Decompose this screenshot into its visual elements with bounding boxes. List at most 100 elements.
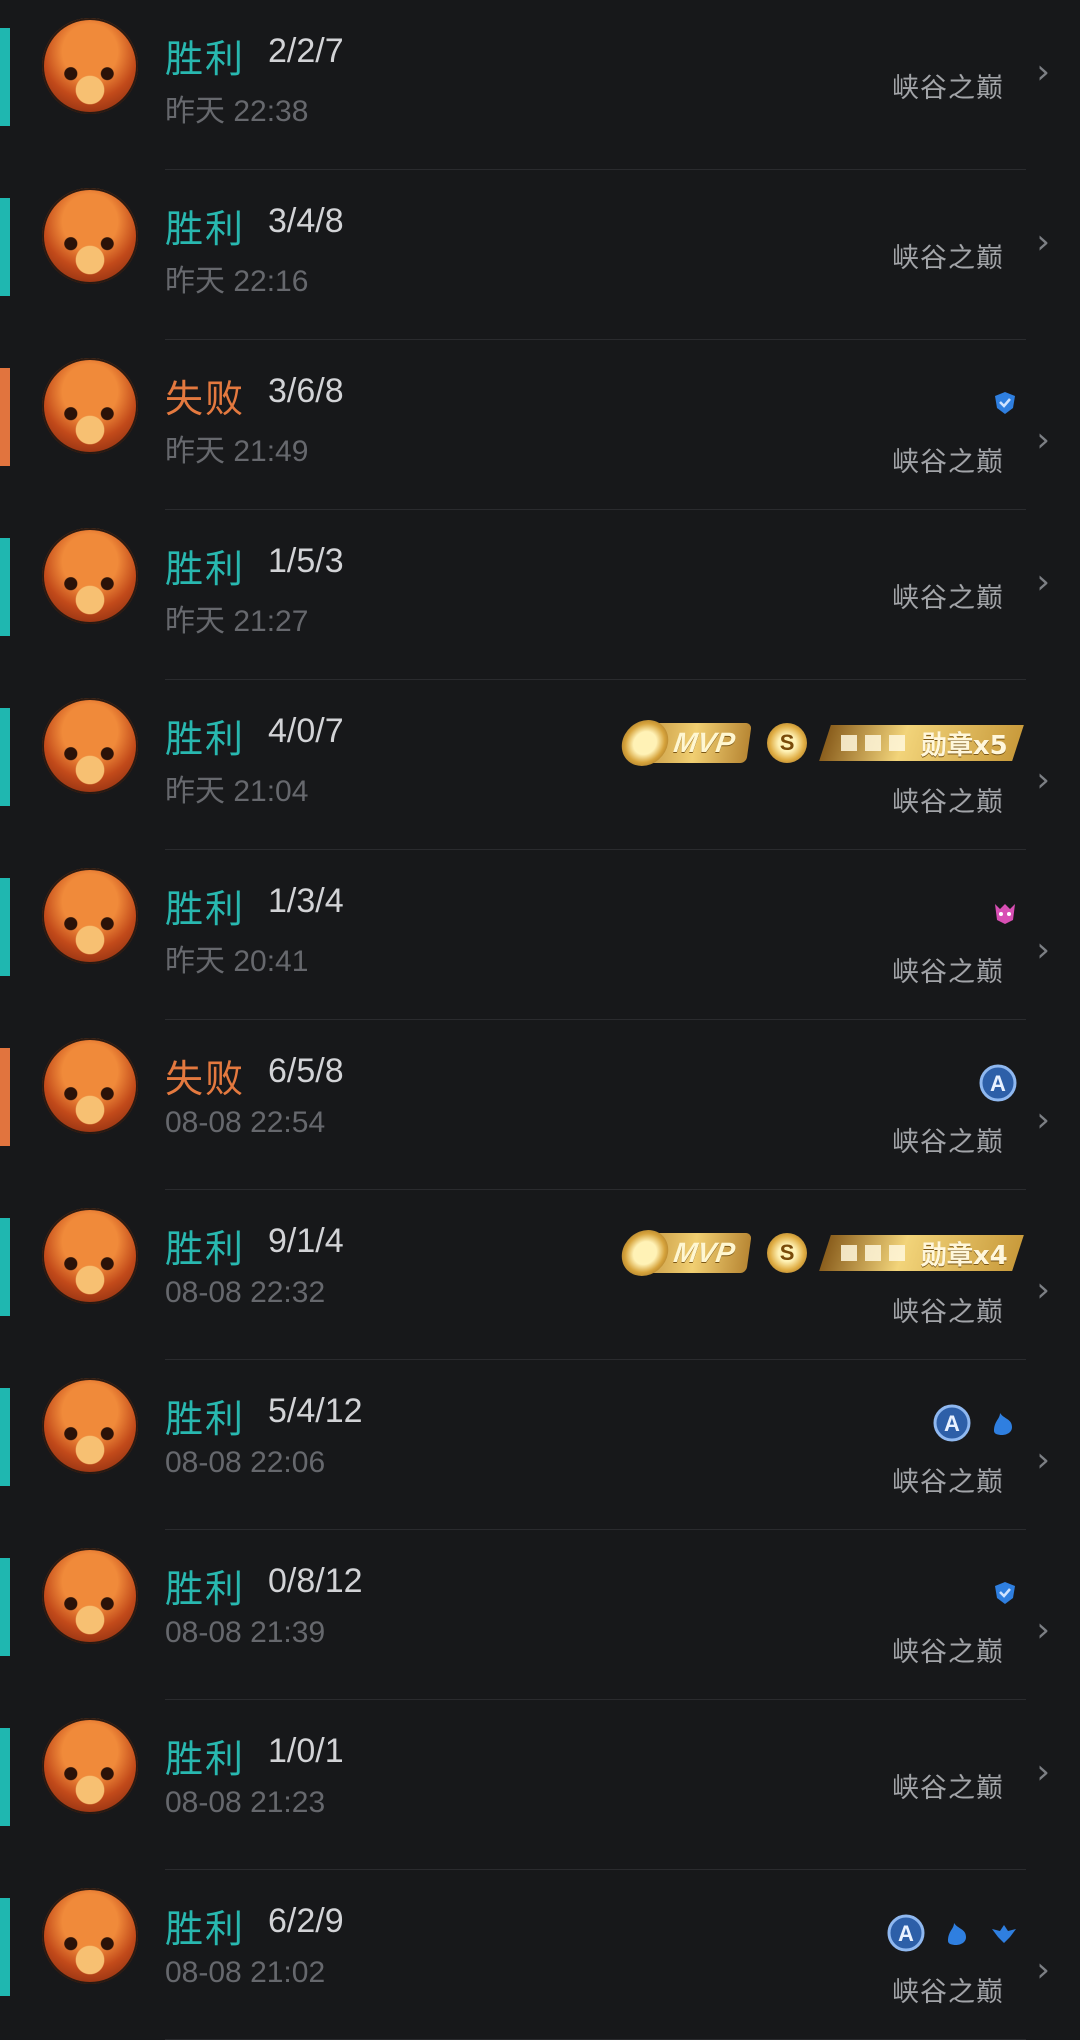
- achievement-badges: [992, 1570, 1018, 1616]
- match-result: 失败: [165, 377, 246, 421]
- a-circle-icon: A: [979, 1064, 1017, 1102]
- mvp-badge: MVP: [619, 1230, 752, 1276]
- match-result: 胜利: [165, 207, 246, 251]
- match-row[interactable]: 胜利 5/4/12 08-08 22:06 峡谷之巅 › A: [0, 1360, 1080, 1530]
- match-result: 胜利: [165, 1227, 246, 1271]
- game-mode-label: 峡谷之巅: [892, 447, 1004, 478]
- match-result: 胜利: [165, 37, 246, 81]
- kda-stats: 4/0/7: [268, 712, 344, 750]
- match-result: 胜利: [165, 547, 246, 591]
- chevron-right-icon[interactable]: ›: [1036, 1100, 1050, 1140]
- svg-text:A: A: [990, 1071, 1006, 1096]
- win-indicator-bar: [0, 1728, 10, 1826]
- a-circle-icon: A: [933, 1404, 971, 1442]
- blue-shield-icon: [995, 1582, 1015, 1604]
- match-row[interactable]: 胜利 3/4/8 昨天 22:16 峡谷之巅 ›: [0, 170, 1080, 340]
- chevron-right-icon[interactable]: ›: [1036, 1440, 1050, 1480]
- match-time: 昨天 22:16: [165, 265, 309, 298]
- game-mode-label: 峡谷之巅: [892, 583, 1004, 614]
- win-indicator-bar: [0, 538, 10, 636]
- chevron-right-icon[interactable]: ›: [1036, 222, 1050, 262]
- medal-banner: 勋章x4: [819, 1235, 1024, 1271]
- match-time: 昨天 21:49: [165, 435, 309, 468]
- hero-avatar: [42, 188, 138, 284]
- hero-avatar: [42, 358, 138, 454]
- chevron-right-icon[interactable]: ›: [1036, 52, 1050, 92]
- hero-avatar: [42, 698, 138, 794]
- match-time: 昨天 21:04: [165, 775, 309, 808]
- game-mode-label: 峡谷之巅: [892, 73, 1004, 104]
- win-indicator-bar: [0, 1558, 10, 1656]
- chevron-right-icon[interactable]: ›: [1036, 1752, 1050, 1792]
- chevron-right-icon[interactable]: ›: [1036, 930, 1050, 970]
- win-indicator-bar: [0, 708, 10, 806]
- medal-count-label: 勋章x5: [921, 730, 1008, 761]
- hero-avatar: [42, 1548, 138, 1644]
- match-time: 08-08 21:23: [165, 1786, 326, 1819]
- star-coin-icon: [619, 720, 672, 766]
- match-row[interactable]: 胜利 1/0/1 08-08 21:23 峡谷之巅 ›: [0, 1700, 1080, 1870]
- game-mode-label: 峡谷之巅: [892, 1773, 1004, 1804]
- mvp-label: MVP: [672, 727, 738, 758]
- match-row[interactable]: 胜利 1/5/3 昨天 21:27 峡谷之巅 ›: [0, 510, 1080, 680]
- kda-stats: 1/0/1: [268, 1732, 344, 1770]
- blue-fire-icon: [948, 1923, 966, 1945]
- match-row[interactable]: 胜利 4/0/7 昨天 21:04 峡谷之巅 › MVP S 勋章x5: [0, 680, 1080, 850]
- achievement-badges: [992, 380, 1018, 426]
- medal-glyphs-icon: [841, 735, 912, 751]
- hero-avatar: [42, 1208, 138, 1304]
- kda-stats: 6/5/8: [268, 1052, 344, 1090]
- chevron-right-icon[interactable]: ›: [1036, 562, 1050, 602]
- kda-stats: 1/3/4: [268, 882, 344, 920]
- a-circle-icon: A: [887, 1914, 925, 1952]
- match-result: 胜利: [165, 1907, 246, 1951]
- kda-stats: 6/2/9: [268, 1902, 344, 1940]
- chevron-right-icon[interactable]: ›: [1036, 1950, 1050, 1990]
- kda-stats: 2/2/7: [268, 32, 344, 70]
- hero-avatar: [42, 868, 138, 964]
- achievement-badges: A: [932, 1400, 1018, 1446]
- s-coin-icon: S: [767, 723, 808, 763]
- game-mode-label: 峡谷之巅: [892, 1297, 1004, 1328]
- chevron-right-icon[interactable]: ›: [1036, 1270, 1050, 1310]
- loss-indicator-bar: [0, 368, 10, 466]
- hero-avatar: [42, 528, 138, 624]
- achievement-badges: MVP S 勋章x4: [619, 1230, 1024, 1276]
- svg-text:A: A: [898, 1921, 914, 1946]
- match-row[interactable]: 胜利 9/1/4 08-08 22:32 峡谷之巅 › MVP S 勋章x4: [0, 1190, 1080, 1360]
- match-row[interactable]: 胜利 2/2/7 昨天 22:38 峡谷之巅 ›: [0, 0, 1080, 170]
- game-mode-label: 峡谷之巅: [892, 1637, 1004, 1668]
- match-time: 08-08 22:32: [165, 1276, 326, 1309]
- win-indicator-bar: [0, 1218, 10, 1316]
- s-coin-icon: S: [767, 1233, 808, 1273]
- win-indicator-bar: [0, 1388, 10, 1486]
- hero-avatar: [42, 18, 138, 114]
- win-indicator-bar: [0, 28, 10, 126]
- match-result: 胜利: [165, 1737, 246, 1781]
- chevron-right-icon[interactable]: ›: [1036, 1610, 1050, 1650]
- match-row[interactable]: 胜利 1/3/4 昨天 20:41 峡谷之巅 ›: [0, 850, 1080, 1020]
- win-indicator-bar: [0, 198, 10, 296]
- match-result: 胜利: [165, 1567, 246, 1611]
- medal-banner: 勋章x5: [819, 725, 1024, 761]
- chevron-right-icon[interactable]: ›: [1036, 760, 1050, 800]
- match-row[interactable]: 失败 6/5/8 08-08 22:54 峡谷之巅 › A: [0, 1020, 1080, 1190]
- match-time: 08-08 22:06: [165, 1446, 326, 1479]
- star-coin-icon: [619, 1230, 672, 1276]
- match-result: 胜利: [165, 1397, 246, 1441]
- game-mode-label: 峡谷之巅: [892, 957, 1004, 988]
- match-time: 08-08 21:39: [165, 1616, 326, 1649]
- win-indicator-bar: [0, 878, 10, 976]
- game-mode-label: 峡谷之巅: [892, 1977, 1004, 2008]
- kda-stats: 5/4/12: [268, 1392, 363, 1430]
- hero-avatar: [42, 1888, 138, 1984]
- match-row[interactable]: 胜利 6/2/9 08-08 21:02 峡谷之巅 › A: [0, 1870, 1080, 2040]
- match-row[interactable]: 胜利 0/8/12 08-08 21:39 峡谷之巅 ›: [0, 1530, 1080, 1700]
- achievement-badges: A: [978, 1060, 1018, 1106]
- match-row[interactable]: 失败 3/6/8 昨天 21:49 峡谷之巅 ›: [0, 340, 1080, 510]
- blue-shield-icon: [995, 392, 1015, 414]
- match-history-list: 胜利 2/2/7 昨天 22:38 峡谷之巅 › 胜利 3/4/8 昨天 22:16 峡谷之巅 ›…: [0, 0, 1080, 2040]
- achievement-badges: A: [886, 1910, 1018, 1956]
- chevron-right-icon[interactable]: ›: [1036, 420, 1050, 460]
- kda-stats: 0/8/12: [268, 1562, 363, 1600]
